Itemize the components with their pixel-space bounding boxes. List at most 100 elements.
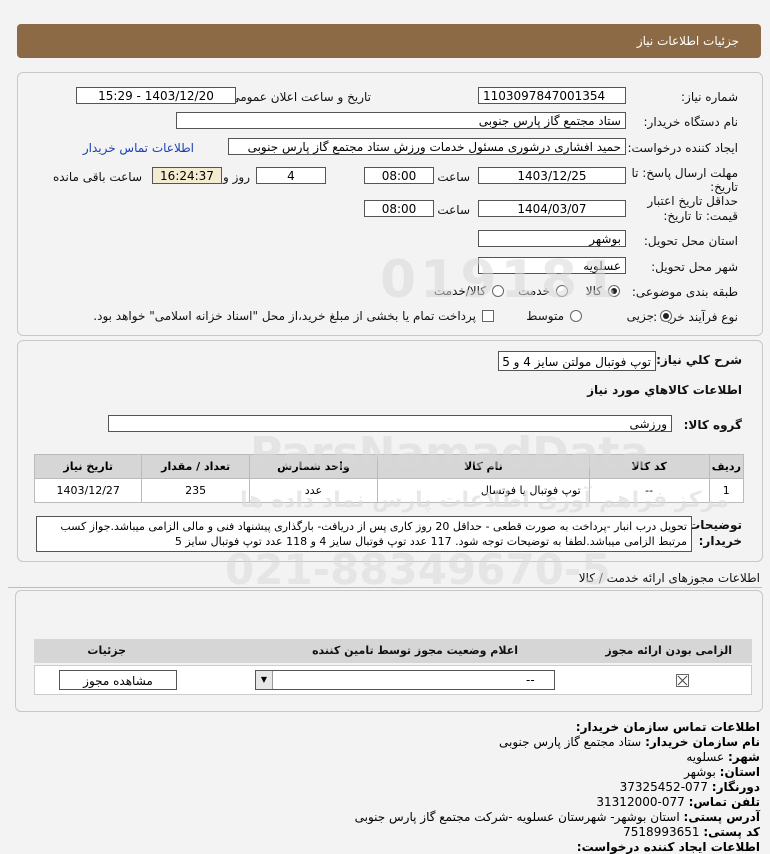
- contact-city-label: شهر:: [728, 750, 760, 764]
- dropdown-arrow-icon: ▼: [256, 671, 273, 689]
- contact-org-value: ستاد مجتمع گاز پارس جنوبی: [498, 735, 642, 749]
- contact-fax-row: دورنگار: 077-37325452: [620, 780, 760, 794]
- process-option-small: جزیی: [626, 309, 654, 323]
- license-col-details: جزئیات: [87, 644, 126, 657]
- licenses-divider: [8, 587, 762, 588]
- validity-time-label: ساعت: [437, 203, 470, 217]
- col-date: تاریخ نیاز: [33, 454, 143, 479]
- contact-province-label: استان:: [719, 765, 760, 779]
- payment-note: پرداخت تمام یا بخشی از مبلغ خرید،از محل …: [93, 309, 476, 323]
- validity-label-2: قیمت: تا تاریخ:: [663, 209, 738, 223]
- contact-address-row: آدرس پستی: استان بوشهر- شهرستان عسلویه -…: [355, 810, 760, 824]
- validity-time-field: 08:00: [364, 200, 434, 217]
- deadline-time-label: ساعت: [437, 170, 470, 184]
- need-info-panel: شماره نیاز: 1103097847001354 تاریخ و ساع…: [17, 72, 763, 336]
- deadline-label-2: تاریخ:: [710, 180, 738, 194]
- contact-phone-value: 077-31312000: [596, 795, 685, 809]
- view-license-button[interactable]: مشاهده مجوز: [59, 670, 177, 690]
- cell-date: 1403/12/27: [33, 478, 143, 503]
- contact-postal-value: 7518993651: [623, 825, 700, 839]
- announce-field: 1403/12/20 - 15:29: [76, 87, 236, 104]
- category-radio-both[interactable]: [492, 285, 504, 297]
- creator-label: ایجاد کننده درخواست:: [627, 141, 738, 155]
- licenses-heading: اطلاعات مجوزهای ارائه خدمت / کالا: [578, 571, 760, 585]
- process-radio-small[interactable]: [660, 310, 672, 322]
- announce-label: تاریخ و ساعت اعلان عمومی:: [226, 90, 371, 104]
- province-field: بوشهر: [478, 230, 626, 247]
- category-option-goods: کالا: [585, 284, 602, 298]
- contact-address-label: آدرس پستی:: [683, 810, 760, 824]
- contact-phone-label: تلفن تماس:: [688, 795, 760, 809]
- col-row: ردیف: [708, 454, 745, 479]
- category-label: طبقه بندی موضوعی:: [631, 285, 738, 299]
- category-radio-service[interactable]: [556, 285, 568, 297]
- col-code: کد کالا: [588, 454, 710, 479]
- contact-heading: اطلاعات تماس سازمان خریدار:: [575, 720, 760, 734]
- cell-name: توپ فوتبال یا فوتسال: [377, 478, 590, 503]
- contact-org-row: نام سازمان خریدار: ستاد مجتمع گاز پارس ج…: [499, 735, 760, 749]
- validity-label: حداقل تاریخ اعتبار: [647, 194, 738, 208]
- col-unit: واحد شمارش: [248, 454, 379, 479]
- buyer-org-label: نام دستگاه خریدار:: [643, 115, 739, 129]
- contact-phone-row: تلفن تماس: 077-31312000: [596, 795, 760, 809]
- province-label: استان محل تحویل:: [643, 234, 738, 248]
- creator-field: حمید افشاری درشوری مسئول خدمات ورزش ستاد…: [228, 138, 626, 155]
- contact-address-value: استان بوشهر- شهرستان عسلویه -شرکت مجتمع …: [354, 810, 680, 824]
- page-header: جزئیات اطلاعات نیاز: [17, 24, 761, 58]
- goods-group-field: ورزشی: [108, 415, 672, 432]
- licenses-data-row: -- ▼ مشاهده مجوز: [34, 665, 752, 695]
- process-radio-medium[interactable]: [570, 310, 582, 322]
- licenses-header-row: الزامی بودن ارائه مجوز اعلام وضعیت مجوز …: [34, 639, 752, 663]
- days-label: روز و: [223, 170, 250, 184]
- contact-creator-heading: اطلاعات ایجاد کننده درخواست:: [576, 840, 760, 854]
- days-field: 4: [256, 167, 326, 184]
- cell-code: --: [588, 478, 710, 503]
- buyer-notes-label: توضیحات: [688, 518, 742, 532]
- contact-postal-label: کد پستی:: [703, 825, 760, 839]
- cell-row: 1: [708, 478, 745, 503]
- license-status-select[interactable]: -- ▼: [255, 670, 555, 690]
- contact-city-row: شهر: عسلویه: [686, 750, 760, 764]
- cross-icon: [677, 675, 688, 686]
- need-number-field: 1103097847001354: [478, 87, 626, 104]
- summary-label: شرح كلي نياز:: [656, 353, 742, 367]
- buyer-contact-link[interactable]: اطلاعات تماس خریدار: [83, 141, 194, 155]
- license-status-value: --: [526, 673, 535, 687]
- need-number-label: شماره نیاز:: [681, 90, 738, 104]
- contact-postal-row: کد پستی: 7518993651: [623, 825, 760, 839]
- table-row: 1 -- توپ فوتبال یا فوتسال عدد 235 1403/1…: [33, 478, 745, 503]
- cell-qty: 235: [141, 478, 250, 503]
- description-panel: شرح كلي نياز: توپ فوتبال مولتن سایز 4 و …: [17, 340, 763, 562]
- payment-checkbox[interactable]: [482, 310, 494, 322]
- goods-heading: اطلاعات كالاهاي مورد نياز: [587, 383, 742, 397]
- col-qty: تعداد / مقدار: [141, 454, 250, 479]
- deadline-time-field: 08:00: [364, 167, 434, 184]
- contact-org-label: نام سازمان خریدار:: [645, 735, 760, 749]
- license-col-required: الزامی بودن ارائه مجوز: [605, 644, 732, 657]
- license-required-checkbox: [676, 674, 689, 687]
- category-option-service: خدمت: [518, 284, 550, 298]
- col-name: نام کالا: [377, 454, 590, 479]
- remaining-label: ساعت باقی مانده: [52, 170, 142, 184]
- license-col-status: اعلام وضعیت مجوز توسط تامین کننده: [312, 644, 518, 657]
- summary-field: توپ فوتبال مولتن سایز 4 و 5: [498, 351, 656, 371]
- contact-fax-label: دورنگار:: [711, 780, 760, 794]
- city-label: شهر محل تحویل:: [651, 260, 738, 274]
- buyer-contact-section: اطلاعات تماس سازمان خریدار: نام سازمان خ…: [0, 718, 770, 854]
- buyer-org-field: ستاد مجتمع گاز پارس جنوبی: [176, 112, 626, 129]
- deadline-date-field: 1403/12/25: [478, 167, 626, 184]
- contact-fax-value: 077-37325452: [619, 780, 708, 794]
- cell-unit: عدد: [248, 478, 379, 503]
- contact-province-row: استان: بوشهر: [684, 765, 760, 779]
- licenses-panel: الزامی بودن ارائه مجوز اعلام وضعیت مجوز …: [15, 590, 763, 712]
- contact-city-value: عسلویه: [686, 750, 725, 764]
- category-option-both: کالا/خدمت: [433, 284, 486, 298]
- city-field: عسلویه: [478, 257, 626, 274]
- process-option-medium: متوسط: [526, 309, 564, 323]
- buyer-notes-text: تحویل درب انبار -پرداخت به صورت قطعی - ح…: [36, 516, 692, 552]
- category-radio-goods[interactable]: [608, 285, 620, 297]
- buyer-notes-label-2: خریدار:: [698, 534, 742, 548]
- page-title: جزئیات اطلاعات نیاز: [636, 34, 739, 48]
- deadline-label: مهلت ارسال پاسخ: تا: [631, 166, 738, 180]
- remaining-time-field: 16:24:37: [152, 167, 222, 184]
